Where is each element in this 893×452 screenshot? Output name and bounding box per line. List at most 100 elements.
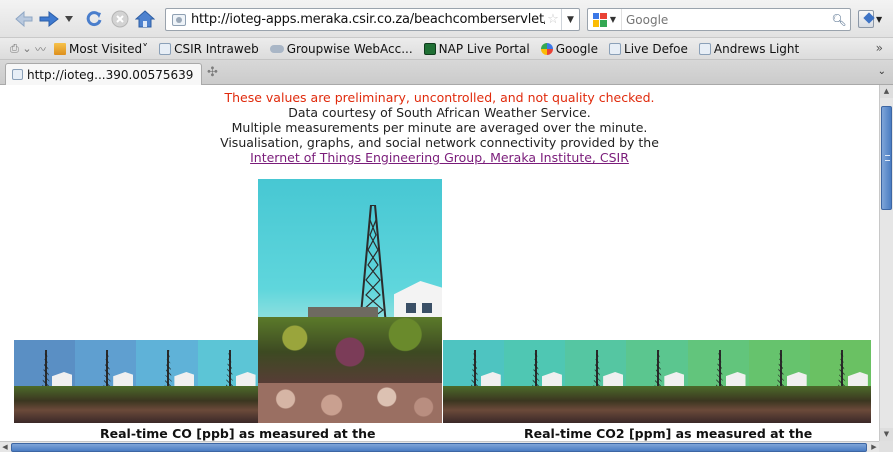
tower-graphic (42, 350, 50, 390)
bookmarks-overflow-button[interactable]: » (876, 41, 883, 55)
tab-active[interactable]: http://ioteg...390.00575639 (5, 63, 202, 85)
tower-graphic (225, 350, 234, 390)
tower-graphic (837, 350, 846, 390)
bookmark-label: Andrews Light (713, 41, 800, 56)
stop-button[interactable] (110, 9, 130, 29)
google-icon (540, 42, 553, 55)
page-viewport: These values are preliminary, uncontroll… (0, 85, 879, 441)
ground-graphic (748, 386, 810, 423)
tab-strip: http://ioteg...390.00575639 ✣ ⌄ (0, 60, 893, 85)
photo-thumbnail[interactable] (687, 340, 749, 423)
reload-icon (86, 11, 102, 27)
tower-graphic (593, 350, 602, 390)
visualisation-text: Visualisation, graphs, and social networ… (220, 135, 659, 150)
vertical-scroll-thumb[interactable] (881, 106, 892, 210)
ground-graphic (687, 386, 749, 423)
photo-thumbnail[interactable] (626, 340, 688, 423)
back-button[interactable] (14, 9, 34, 29)
house-graphic (174, 372, 195, 386)
ground-graphic (14, 386, 76, 423)
photo-thumbnail[interactable] (503, 340, 566, 423)
search-engine-selector[interactable]: ▼ (588, 9, 622, 30)
bookmark-groupwise[interactable]: Groupwise WebAcc... (269, 41, 413, 56)
url-text[interactable]: http://ioteg-apps.meraka.csir.co.za/beac… (191, 12, 545, 27)
home-icon (135, 10, 155, 28)
vertical-scrollbar[interactable]: ▲ ▼ (879, 85, 893, 441)
house-graphic (52, 372, 72, 386)
tab-list-button[interactable]: ⌄ (878, 66, 886, 77)
bookmark-google[interactable]: Google (540, 41, 599, 56)
bookmark-csir-intraweb[interactable]: CSIR Intraweb (159, 42, 259, 56)
courtesy-text: Data courtesy of South African Weather S… (288, 105, 591, 120)
house-graphic (480, 372, 501, 386)
bookmark-label: Live Defoe (624, 41, 688, 56)
grip-icon (885, 155, 890, 161)
home-button[interactable] (134, 9, 156, 29)
bookmark-most-visited[interactable]: Most Visited ˅ (54, 42, 148, 56)
url-dropdown-button[interactable]: ▼ (561, 9, 579, 30)
address-bar[interactable]: http://ioteg-apps.meraka.csir.co.za/beac… (165, 8, 580, 31)
forward-button[interactable] (38, 9, 60, 29)
co-chart-caption: Real-time CO [ppb] as measured at the (100, 426, 376, 441)
bookmark-live-defoe[interactable]: Live Defoe (609, 42, 688, 56)
history-dropdown[interactable] (64, 9, 74, 29)
search-input[interactable] (622, 12, 828, 27)
ground-graphic (75, 386, 137, 423)
bookmark-label: Groupwise WebAcc... (286, 41, 413, 56)
scroll-right-arrow-icon[interactable]: ▶ (869, 442, 879, 452)
rss-icon[interactable]: 〰 (35, 41, 46, 57)
photo-thumbnail[interactable] (442, 340, 504, 423)
bookmark-star-icon[interactable]: ☆ (545, 12, 561, 27)
scroll-down-arrow-icon[interactable]: ▼ (880, 428, 893, 441)
photo-thumbnail[interactable] (809, 340, 872, 423)
house-graphic (541, 372, 562, 386)
stone-wall-graphic (258, 383, 442, 423)
addon-button[interactable]: ▼ (858, 9, 884, 29)
ground-graphic (136, 386, 198, 423)
ioteg-link[interactable]: Internet of Things Engineering Group, Me… (250, 150, 629, 165)
photo-thumbnail[interactable] (14, 340, 76, 423)
page-icon (159, 42, 172, 55)
ground-graphic (626, 386, 688, 423)
photo-thumbnail[interactable] (197, 340, 259, 423)
photo-thumbnail[interactable] (748, 340, 810, 423)
page-icon (698, 42, 711, 55)
search-icon[interactable]: 🔍︎ (828, 13, 850, 27)
photo-thumbnail[interactable] (565, 340, 627, 423)
navigation-toolbar: http://ioteg-apps.meraka.csir.co.za/beac… (0, 0, 893, 38)
groupwise-icon (269, 44, 284, 53)
horizontal-scroll-thumb[interactable] (11, 443, 867, 452)
site-identity-icon[interactable] (172, 13, 186, 26)
print-icon[interactable]: ⎙ (10, 42, 19, 56)
bookmark-label: Google (555, 41, 599, 56)
tower-graphic (164, 350, 173, 390)
bookmark-andrews-light[interactable]: Andrews Light (698, 41, 800, 56)
ground-graphic (565, 386, 627, 423)
new-tab-button[interactable]: ✣ (207, 65, 218, 80)
horizontal-scrollbar[interactable]: ◀ ▶ (0, 441, 879, 452)
scroll-up-arrow-icon[interactable]: ▲ (880, 85, 893, 98)
bookmark-label: NAP Live Portal (438, 41, 530, 56)
tower-graphic (776, 350, 785, 390)
tower-graphic (654, 350, 663, 390)
notepad-icon (858, 10, 874, 28)
chevron-down-icon: ▼ (876, 14, 883, 24)
folder-icon (54, 42, 67, 55)
bookmark-label: Most Visited (69, 41, 143, 56)
photo-thumbnail[interactable] (75, 340, 137, 423)
vegetation-graphic (258, 317, 442, 387)
bookmark-nap-live-portal[interactable]: NAP Live Portal (423, 41, 530, 56)
lighthouse-tower-photo[interactable] (258, 179, 442, 423)
chevron-down-icon[interactable]: ⌄ (22, 42, 31, 55)
chevron-down-icon: ˅ (142, 41, 149, 56)
house-graphic (235, 372, 256, 386)
photo-thumbnail[interactable] (136, 340, 198, 423)
stop-icon (111, 10, 129, 28)
tower-graphic (531, 350, 540, 390)
page-icon (609, 42, 622, 55)
co2-chart-caption: Real-time CO2 [ppm] as measured at the (524, 426, 813, 441)
scroll-left-arrow-icon[interactable]: ◀ (0, 442, 10, 452)
reload-button[interactable] (84, 9, 104, 29)
house-graphic (847, 372, 868, 386)
search-bar[interactable]: ▼ 🔍︎ (587, 8, 851, 31)
